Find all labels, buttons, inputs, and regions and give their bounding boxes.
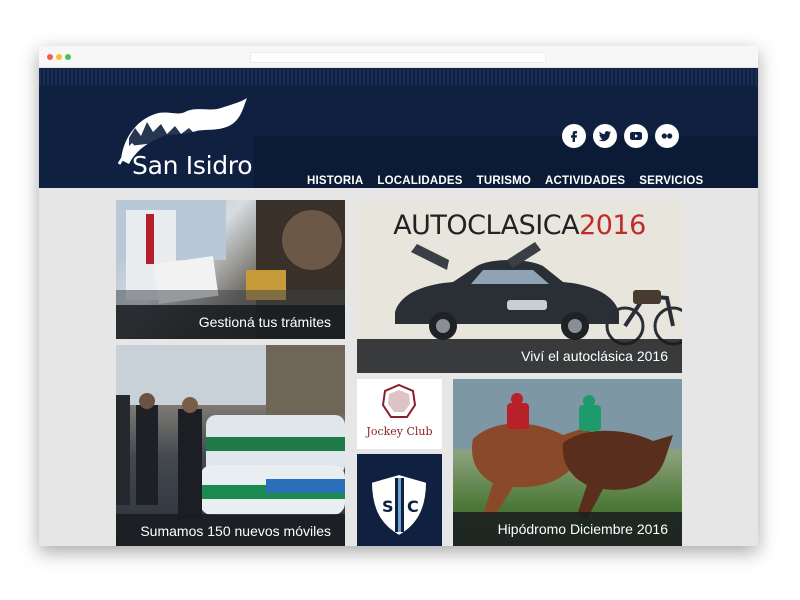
tile-caption: Sumamos 150 nuevos móviles — [116, 514, 345, 546]
address-bar[interactable] — [250, 52, 546, 63]
youtube-icon[interactable] — [624, 124, 648, 148]
facebook-icon[interactable] — [562, 124, 586, 148]
nav-item-servicios[interactable]: SERVICIOS — [639, 175, 703, 187]
svg-text:S: S — [382, 497, 394, 516]
tile-jockey-club[interactable]: Jockey Club — [357, 379, 442, 449]
tile-moviles[interactable]: Sumamos 150 nuevos móviles — [116, 345, 345, 546]
nav-item-historia[interactable]: HISTORIA — [307, 175, 363, 187]
jockey-club-label: Jockey Club — [366, 425, 433, 438]
close-window-dot[interactable] — [47, 54, 53, 60]
header-pattern — [39, 68, 758, 86]
svg-text:C: C — [407, 497, 419, 516]
minimize-window-dot[interactable] — [56, 54, 62, 60]
nav-item-localidades[interactable]: LOCALIDADES — [377, 175, 462, 187]
twitter-icon[interactable] — [593, 124, 617, 148]
browser-window: San Isidro HISTORIA LOCALIDADES TURISMO … — [39, 46, 758, 546]
tile-caption: Hipódromo Diciembre 2016 — [453, 512, 682, 546]
main-navigation: HISTORIA LOCALIDADES TURISMO ACTIVIDADES… — [307, 175, 717, 187]
browser-toolbar — [39, 46, 758, 68]
flickr-icon[interactable] — [655, 124, 679, 148]
sic-shield-icon: S C — [369, 472, 429, 538]
maximize-window-dot[interactable] — [65, 54, 71, 60]
nav-item-turismo[interactable]: TURISMO — [477, 175, 531, 187]
tile-autoclasica[interactable]: AUTOCLASICA2016 Viví el autoclásica 2016 — [357, 200, 682, 373]
site-header: San Isidro HISTORIA LOCALIDADES TURISMO … — [39, 68, 758, 188]
tile-caption: Gestioná tus trámites — [116, 305, 345, 339]
tile-hipodromo[interactable]: Hipódromo Diciembre 2016 — [453, 379, 682, 546]
site-logo-text[interactable]: San Isidro — [132, 151, 253, 180]
jockey-club-emblem-icon — [381, 383, 417, 418]
nav-item-actividades[interactable]: ACTIVIDADES — [545, 175, 625, 187]
tile-sic[interactable]: S C — [357, 454, 442, 546]
tile-caption: Viví el autoclásica 2016 — [357, 339, 682, 373]
tile-tramites[interactable]: Gestioná tus trámites — [116, 200, 345, 339]
